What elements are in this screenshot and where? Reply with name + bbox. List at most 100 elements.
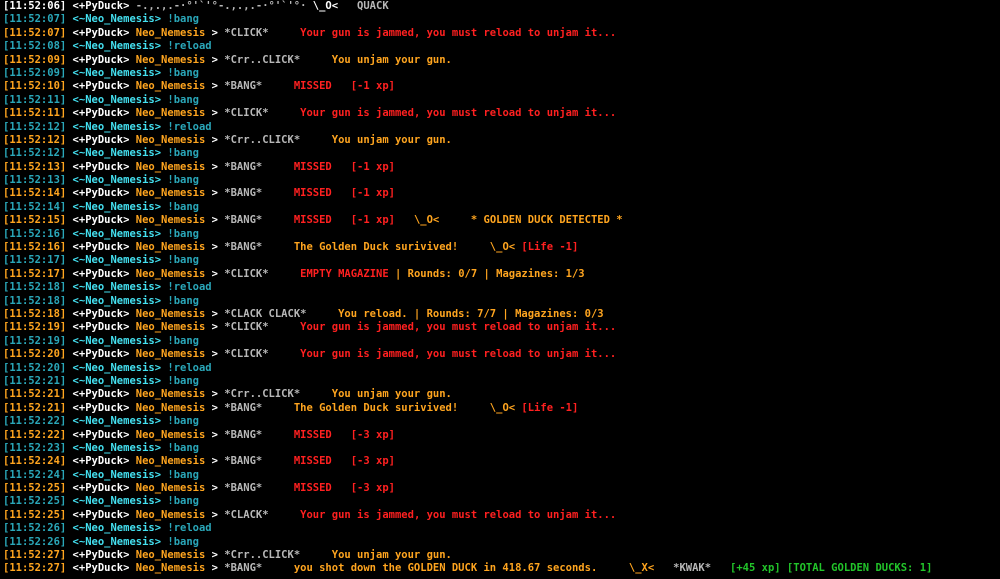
chat-segment: > [205, 508, 225, 521]
chat-segment: <+PyDuck> [72, 107, 136, 120]
chat-segment: <+PyDuck> [72, 133, 136, 146]
chat-segment: > [205, 321, 225, 334]
chat-line: [11:52:25] <+PyDuck> Neo_Nemesis > *CLAC… [3, 509, 1000, 522]
chat-segment: [11:52:22] [3, 415, 73, 428]
chat-segment: !reload [167, 281, 212, 294]
chat-segment: [11:52:12] [3, 120, 73, 133]
chat-segment: *Crr..CLICK* [224, 388, 301, 401]
chat-line: [11:52:11] <+PyDuck> Neo_Nemesis > *CLIC… [3, 107, 1000, 120]
irc-chat-log[interactable]: [11:52:06] <+PyDuck> -.,.,.-·°'`'°-.,.,.… [0, 0, 1000, 579]
chat-segment: Neo_Nemesis [135, 455, 206, 468]
chat-segment: *BANG* [224, 455, 263, 468]
chat-segment: *Crr..CLICK* [224, 53, 301, 66]
chat-line: [11:52:12] <+PyDuck> Neo_Nemesis > *Crr.… [3, 134, 1000, 147]
chat-segment: <~Neo_Nemesis> [72, 147, 168, 160]
chat-segment: [11:52:07] [3, 26, 73, 39]
chat-segment: * GOLDEN DUCK DETECTED * [439, 214, 623, 227]
chat-segment: [11:52:16] [3, 241, 73, 254]
chat-segment: <+PyDuck> [72, 160, 136, 173]
chat-segment: *CLICK* [224, 267, 269, 280]
chat-segment: > [205, 241, 225, 254]
chat-segment: *BANG* [224, 214, 263, 227]
chat-segment: !bang [167, 334, 199, 347]
chat-line: [11:52:06] <+PyDuck> -.,.,.-·°'`'°-.,.,.… [3, 0, 1000, 13]
chat-segment: You unjam your gun. [300, 388, 452, 401]
chat-segment: Neo_Nemesis [135, 549, 206, 562]
chat-segment: <+PyDuck> [72, 401, 136, 414]
chat-segment: !bang [167, 441, 199, 454]
chat-segment: \_O< [458, 401, 522, 414]
chat-segment: !bang [167, 254, 199, 267]
chat-segment: | Rounds: 0/7 | Magazines: 1/3 [388, 267, 585, 280]
chat-segment: [11:52:18] [3, 307, 73, 320]
chat-segment: MISSED [-1 xp] [262, 214, 395, 227]
chat-segment: [11:52:08] [3, 40, 73, 53]
chat-segment: [11:52:18] [3, 294, 73, 307]
chat-line: [11:52:14] <~Neo_Nemesis> !bang [3, 201, 1000, 214]
chat-segment: !reload [167, 120, 212, 133]
chat-segment: > [205, 428, 225, 441]
chat-segment: *BANG* [224, 428, 263, 441]
chat-segment: > [205, 267, 225, 280]
chat-segment: [11:52:25] [3, 508, 73, 521]
chat-segment: Neo_Nemesis [135, 160, 206, 173]
chat-line: [11:52:27] <+PyDuck> Neo_Nemesis > *BANG… [3, 562, 1000, 575]
chat-line: [11:52:09] <+PyDuck> Neo_Nemesis > *Crr.… [3, 54, 1000, 67]
chat-segment: !reload [167, 522, 212, 535]
chat-segment: <~Neo_Nemesis> [72, 66, 168, 79]
chat-segment: Your gun is jammed, you must reload to u… [268, 26, 617, 39]
chat-segment: [Life -1] [521, 241, 579, 254]
chat-segment: *CLACK CLACK* [224, 307, 307, 320]
chat-segment: <+PyDuck> [72, 388, 136, 401]
chat-segment: *BANG* [224, 482, 263, 495]
chat-segment: <~Neo_Nemesis> [72, 415, 168, 428]
chat-line: [11:52:12] <~Neo_Nemesis> !reload [3, 121, 1000, 134]
chat-segment: [11:52:11] [3, 107, 73, 120]
chat-segment: <+PyDuck> [72, 549, 136, 562]
chat-segment: \_O< [312, 0, 339, 12]
chat-segment: Your gun is jammed, you must reload to u… [268, 321, 617, 334]
chat-segment: Neo_Nemesis [135, 348, 206, 361]
chat-segment: !bang [167, 415, 199, 428]
chat-line: [11:52:17] <~Neo_Nemesis> !bang [3, 254, 1000, 267]
chat-line: [11:52:12] <~Neo_Nemesis> !bang [3, 147, 1000, 160]
chat-segment: Neo_Nemesis [135, 307, 206, 320]
chat-line: [11:52:10] <+PyDuck> Neo_Nemesis > *BANG… [3, 80, 1000, 93]
chat-segment: [11:52:06] [3, 0, 73, 12]
chat-line: [11:52:16] <+PyDuck> Neo_Nemesis > *BANG… [3, 241, 1000, 254]
chat-segment: <+PyDuck> [72, 348, 136, 361]
chat-segment: *BANG* [224, 160, 263, 173]
chat-segment: Neo_Nemesis [135, 508, 206, 521]
chat-segment: [+45 xp] [TOTAL GOLDEN DUCKS: 1] [711, 562, 933, 575]
chat-line: [11:52:18] <+PyDuck> Neo_Nemesis > *CLAC… [3, 308, 1000, 321]
chat-segment: \_O< [394, 214, 440, 227]
chat-segment: Neo_Nemesis [135, 267, 206, 280]
chat-segment: Your gun is jammed, you must reload to u… [268, 348, 617, 361]
chat-segment: [11:52:09] [3, 53, 73, 66]
chat-segment: <+PyDuck> [72, 428, 136, 441]
chat-segment: Neo_Nemesis [135, 133, 206, 146]
chat-segment: > [205, 53, 225, 66]
chat-segment: [11:52:23] [3, 441, 73, 454]
chat-segment: [11:52:14] [3, 200, 73, 213]
chat-line: [11:52:24] <~Neo_Nemesis> !bang [3, 469, 1000, 482]
chat-segment: [11:52:14] [3, 187, 73, 200]
chat-segment: [11:52:10] [3, 80, 73, 93]
chat-segment: !bang [167, 227, 199, 240]
chat-segment: > [205, 455, 225, 468]
chat-line: [11:52:19] <+PyDuck> Neo_Nemesis > *CLIC… [3, 321, 1000, 334]
chat-segment: EMPTY MAGAZINE [268, 267, 389, 280]
chat-segment: !bang [167, 374, 199, 387]
chat-segment: [11:52:13] [3, 160, 73, 173]
chat-segment: <~Neo_Nemesis> [72, 93, 168, 106]
chat-line: [11:52:15] <+PyDuck> Neo_Nemesis > *BANG… [3, 214, 1000, 227]
chat-segment: The Golden Duck surivived! [262, 241, 459, 254]
chat-segment: The Golden Duck surivived! [262, 401, 459, 414]
chat-line: [11:52:13] <~Neo_Nemesis> !bang [3, 174, 1000, 187]
chat-segment: !bang [167, 294, 199, 307]
chat-segment: Your gun is jammed, you must reload to u… [268, 508, 617, 521]
chat-segment: Neo_Nemesis [135, 482, 206, 495]
chat-segment: <+PyDuck> [72, 562, 136, 575]
chat-segment: [11:52:19] [3, 321, 73, 334]
chat-segment: [11:52:18] [3, 281, 73, 294]
